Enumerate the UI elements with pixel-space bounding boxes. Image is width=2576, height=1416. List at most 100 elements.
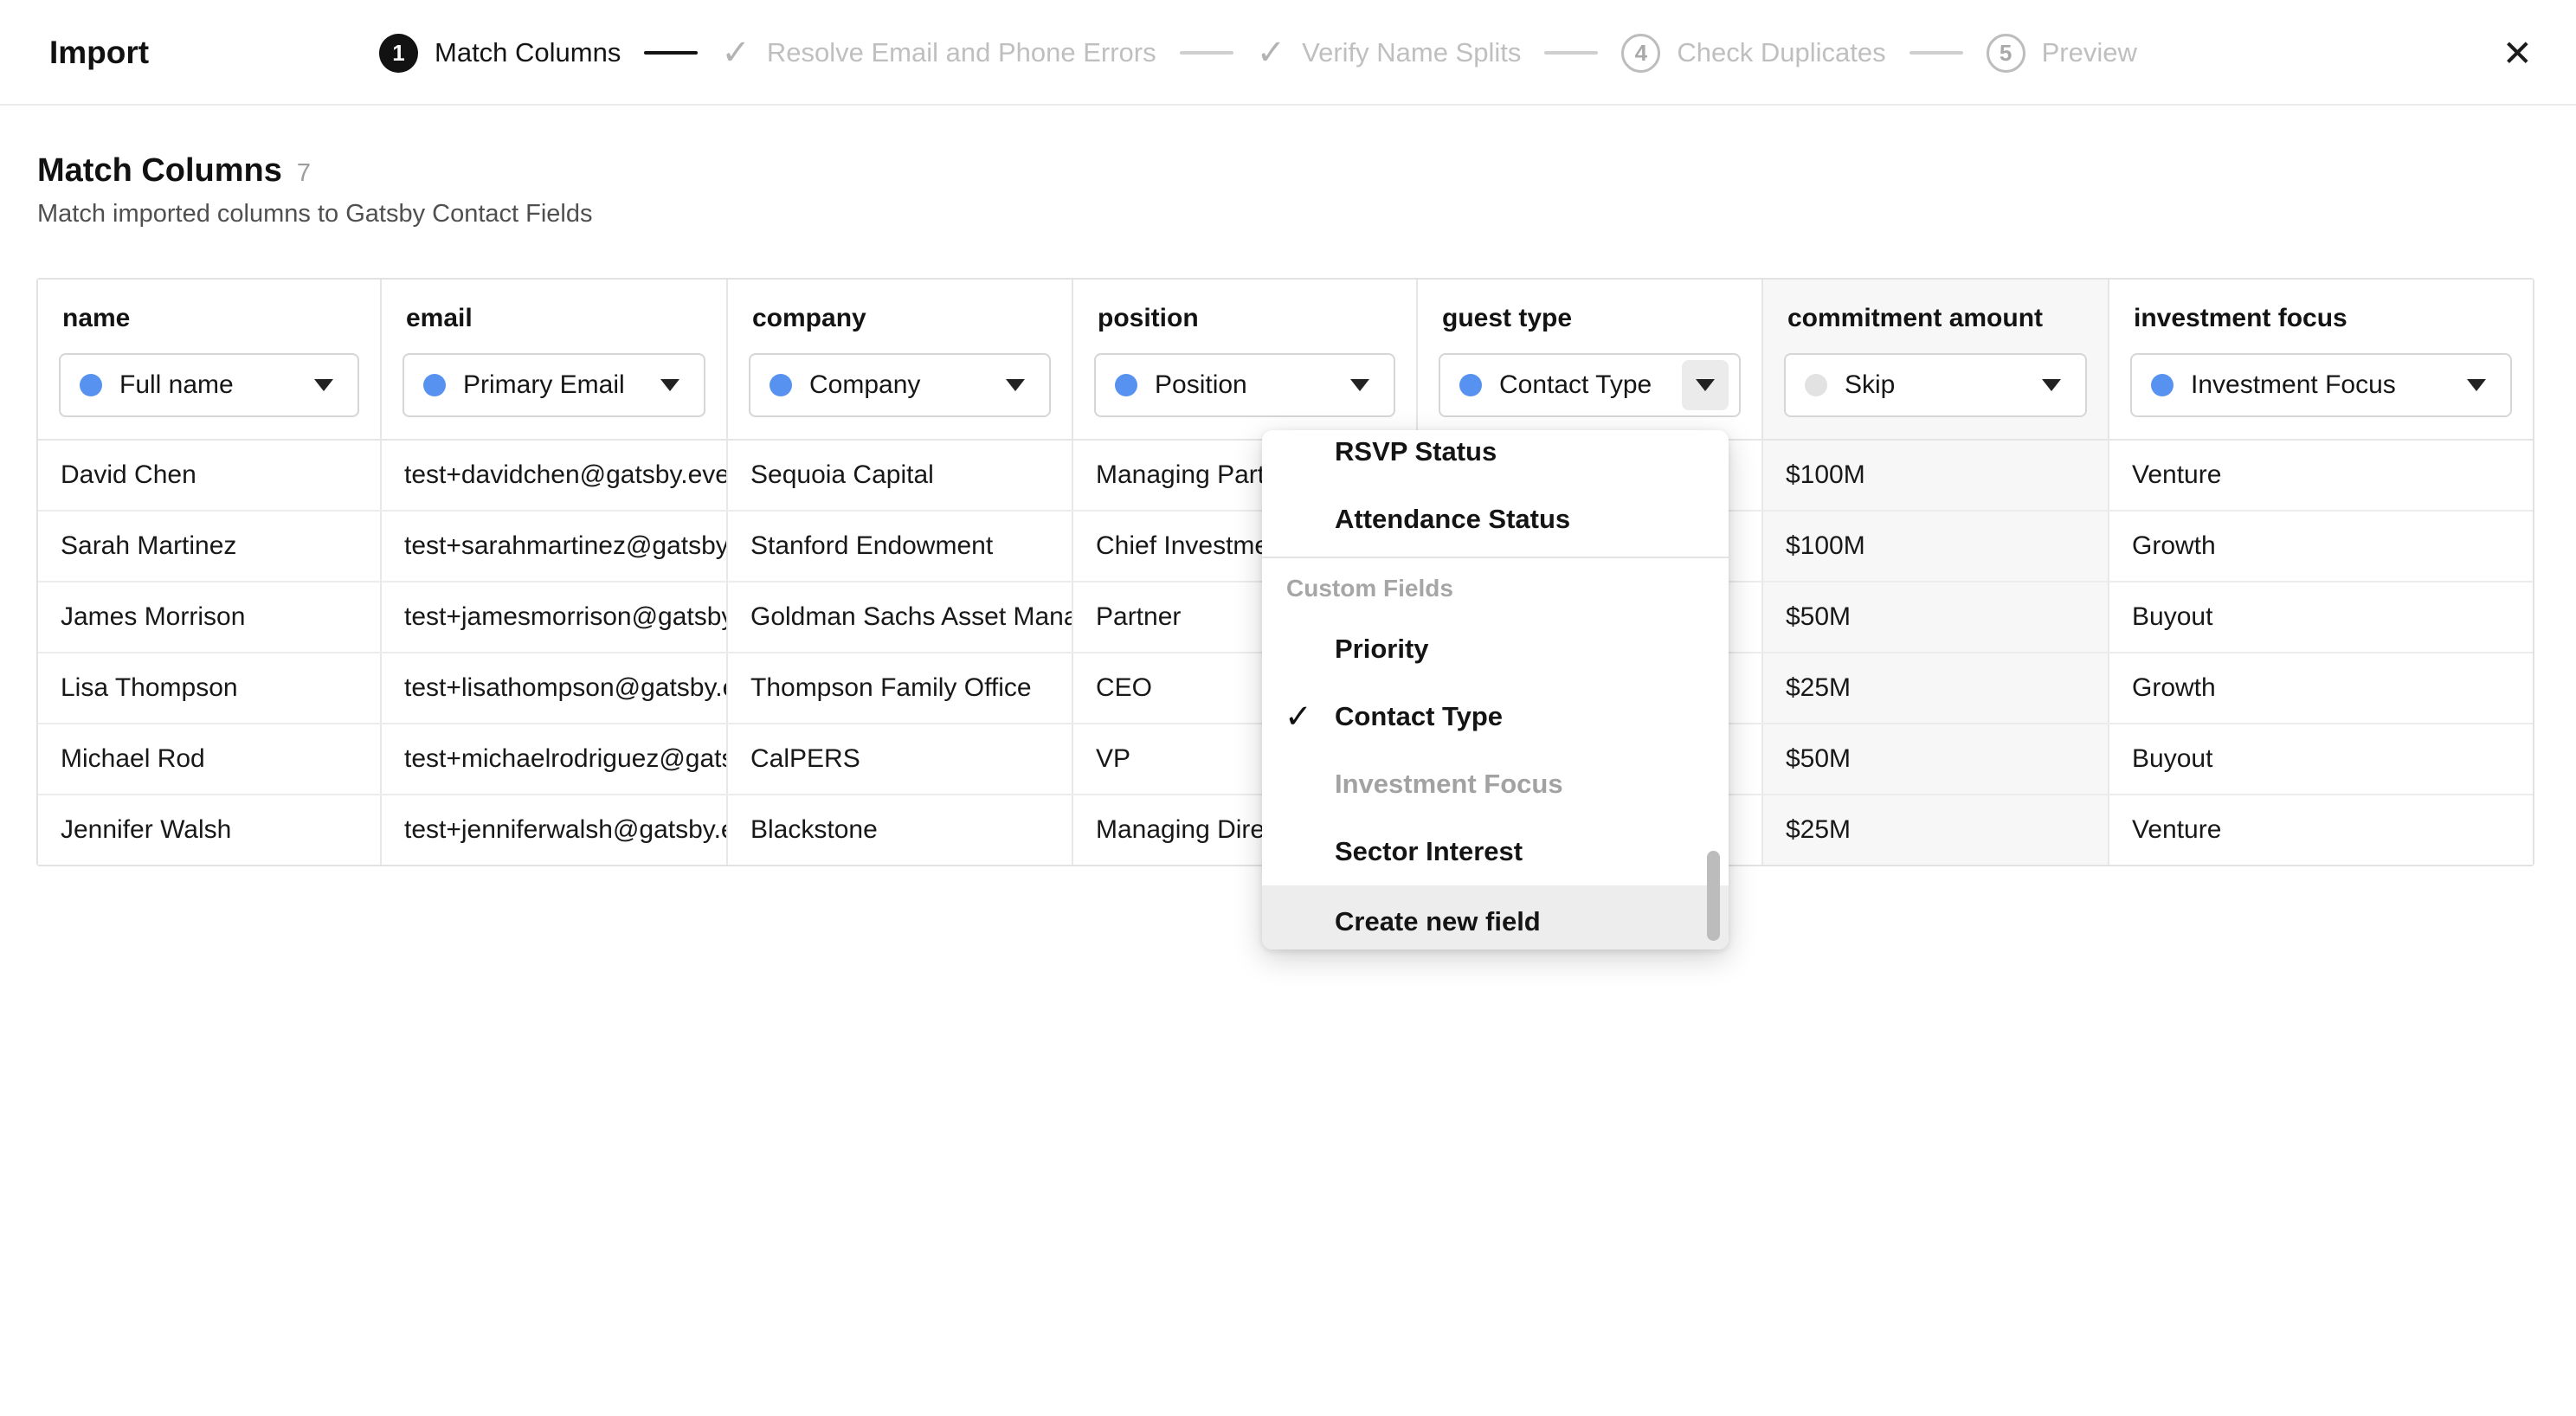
step-preview[interactable]: 5 Preview <box>1987 34 2137 73</box>
check-icon: ✓ <box>721 35 750 70</box>
dropdown-caret-button[interactable] <box>1336 360 1383 410</box>
page-title: Import <box>49 0 149 106</box>
column-header-guest-type: guest type Contact Type <box>1418 280 1763 439</box>
menu-item-rsvp-status[interactable]: RSVP Status <box>1262 430 1729 486</box>
cell-focus: Venture <box>2109 441 2533 510</box>
cell-name: Jennifer Walsh <box>38 795 382 865</box>
menu-item-priority[interactable]: Priority <box>1262 615 1729 683</box>
menu-item-contact-type[interactable]: ✓ Contact Type <box>1262 683 1729 750</box>
column-label: guest type <box>1442 304 1572 333</box>
skip-dot-icon <box>1805 374 1827 396</box>
cell-email: test+davidchen@gatsby.even <box>382 441 728 510</box>
field-mapper-email[interactable]: Primary Email <box>402 353 705 417</box>
column-header-name: name Full name <box>38 280 382 439</box>
dropdown-caret-button[interactable] <box>2028 360 2075 410</box>
column-label: commitment amount <box>1787 304 2043 333</box>
cell-focus: Buyout <box>2109 724 2533 794</box>
cell-name: David Chen <box>38 441 382 510</box>
mapper-value: Skip <box>1845 370 2028 400</box>
step-4-badge: 4 <box>1621 34 1660 73</box>
mapper-value: Contact Type <box>1499 370 1682 400</box>
cell-email: test+jenniferwalsh@gatsby.ev <box>382 795 728 865</box>
mapper-value: Full name <box>119 370 300 400</box>
step-5-badge: 5 <box>1987 34 2025 73</box>
column-header-company: company Company <box>728 280 1073 439</box>
check-icon: ✓ <box>1285 698 1312 737</box>
mapped-dot-icon <box>770 374 792 396</box>
column-label: company <box>752 304 866 333</box>
dropdown-caret-button[interactable] <box>300 360 347 410</box>
field-mapper-position[interactable]: Position <box>1094 353 1395 417</box>
dropdown-caret-button[interactable] <box>647 360 693 410</box>
cell-commitment: $50M <box>1763 724 2109 794</box>
cell-commitment: $100M <box>1763 512 2109 581</box>
mapper-value: Investment Focus <box>2191 370 2453 400</box>
chevron-down-icon <box>2467 379 2486 391</box>
field-mapper-commitment-amount[interactable]: Skip <box>1784 353 2087 417</box>
dropdown-caret-button[interactable] <box>992 360 1039 410</box>
cell-commitment: $25M <box>1763 653 2109 723</box>
cell-commitment: $100M <box>1763 441 2109 510</box>
step-2-label: Resolve Email and Phone Errors <box>767 37 1156 68</box>
section-title: Match Columns <box>37 152 282 190</box>
step-match-columns[interactable]: 1 Match Columns <box>379 34 621 73</box>
cell-company: Thompson Family Office <box>728 653 1073 723</box>
menu-scrollbar-thumb[interactable] <box>1707 851 1720 941</box>
column-label: position <box>1098 304 1199 333</box>
step-check-duplicates[interactable]: 4 Check Duplicates <box>1621 34 1885 73</box>
cell-commitment: $50M <box>1763 582 2109 652</box>
step-connector <box>1544 51 1598 55</box>
column-header-commitment-amount: commitment amount Skip <box>1763 280 2109 439</box>
column-header-email: email Primary Email <box>382 280 728 439</box>
step-connector <box>1180 51 1233 55</box>
dropdown-caret-button[interactable] <box>2453 360 2500 410</box>
chevron-down-icon <box>660 379 679 391</box>
step-verify-name-splits[interactable]: ✓ Verify Name Splits <box>1257 35 1522 70</box>
cell-company: Blackstone <box>728 795 1073 865</box>
chevron-down-icon <box>1696 379 1715 391</box>
field-mapper-guest-type[interactable]: Contact Type <box>1439 353 1741 417</box>
cell-company: Goldman Sachs Asset Manag <box>728 582 1073 652</box>
step-3-label: Verify Name Splits <box>1302 37 1521 68</box>
step-5-label: Preview <box>2042 37 2137 68</box>
cell-email: test+michaelrodriguez@gatsb <box>382 724 728 794</box>
chevron-down-icon <box>1350 379 1369 391</box>
step-connector <box>1909 51 1963 55</box>
cell-name: Michael Rod <box>38 724 382 794</box>
step-4-label: Check Duplicates <box>1677 37 1885 68</box>
field-mapper-investment-focus[interactable]: Investment Focus <box>2130 353 2512 417</box>
menu-section-custom-fields: Custom Fields <box>1262 562 1729 615</box>
field-mapper-name[interactable]: Full name <box>59 353 359 417</box>
chevron-down-icon <box>314 379 333 391</box>
cell-focus: Venture <box>2109 795 2533 865</box>
menu-item-attendance-status[interactable]: Attendance Status <box>1262 486 1729 553</box>
check-icon: ✓ <box>1257 35 1286 70</box>
cell-name: James Morrison <box>38 582 382 652</box>
menu-divider <box>1262 557 1729 558</box>
cell-company: CalPERS <box>728 724 1073 794</box>
cell-focus: Growth <box>2109 512 2533 581</box>
field-mapper-company[interactable]: Company <box>749 353 1051 417</box>
mapper-value: Position <box>1155 370 1336 400</box>
close-icon[interactable]: ✕ <box>2502 0 2533 106</box>
chevron-down-icon <box>1006 379 1025 391</box>
menu-item-sector-interest[interactable]: Sector Interest <box>1262 818 1729 885</box>
chevron-down-icon <box>2042 379 2061 391</box>
cell-email: test+sarahmartinez@gatsby.e <box>382 512 728 581</box>
dropdown-caret-button[interactable] <box>1682 360 1729 410</box>
menu-item-create-new-field[interactable]: Create new field <box>1262 885 1729 949</box>
cell-focus: Buyout <box>2109 582 2533 652</box>
cell-email: test+lisathompson@gatsby.e <box>382 653 728 723</box>
cell-company: Sequoia Capital <box>728 441 1073 510</box>
step-1-label: Match Columns <box>435 37 621 68</box>
cell-focus: Growth <box>2109 653 2533 723</box>
top-bar: Import 1 Match Columns ✓ Resolve Email a… <box>0 0 2576 106</box>
column-label: name <box>62 304 130 333</box>
cell-name: Sarah Martinez <box>38 512 382 581</box>
step-resolve-errors[interactable]: ✓ Resolve Email and Phone Errors <box>721 35 1156 70</box>
column-header-position: position Position <box>1073 280 1418 439</box>
mapper-value: Primary Email <box>463 370 647 400</box>
menu-item-label: Contact Type <box>1335 701 1503 732</box>
mapped-dot-icon <box>2151 374 2174 396</box>
table-header-row: name Full name email Primary Email compa… <box>38 280 2533 441</box>
